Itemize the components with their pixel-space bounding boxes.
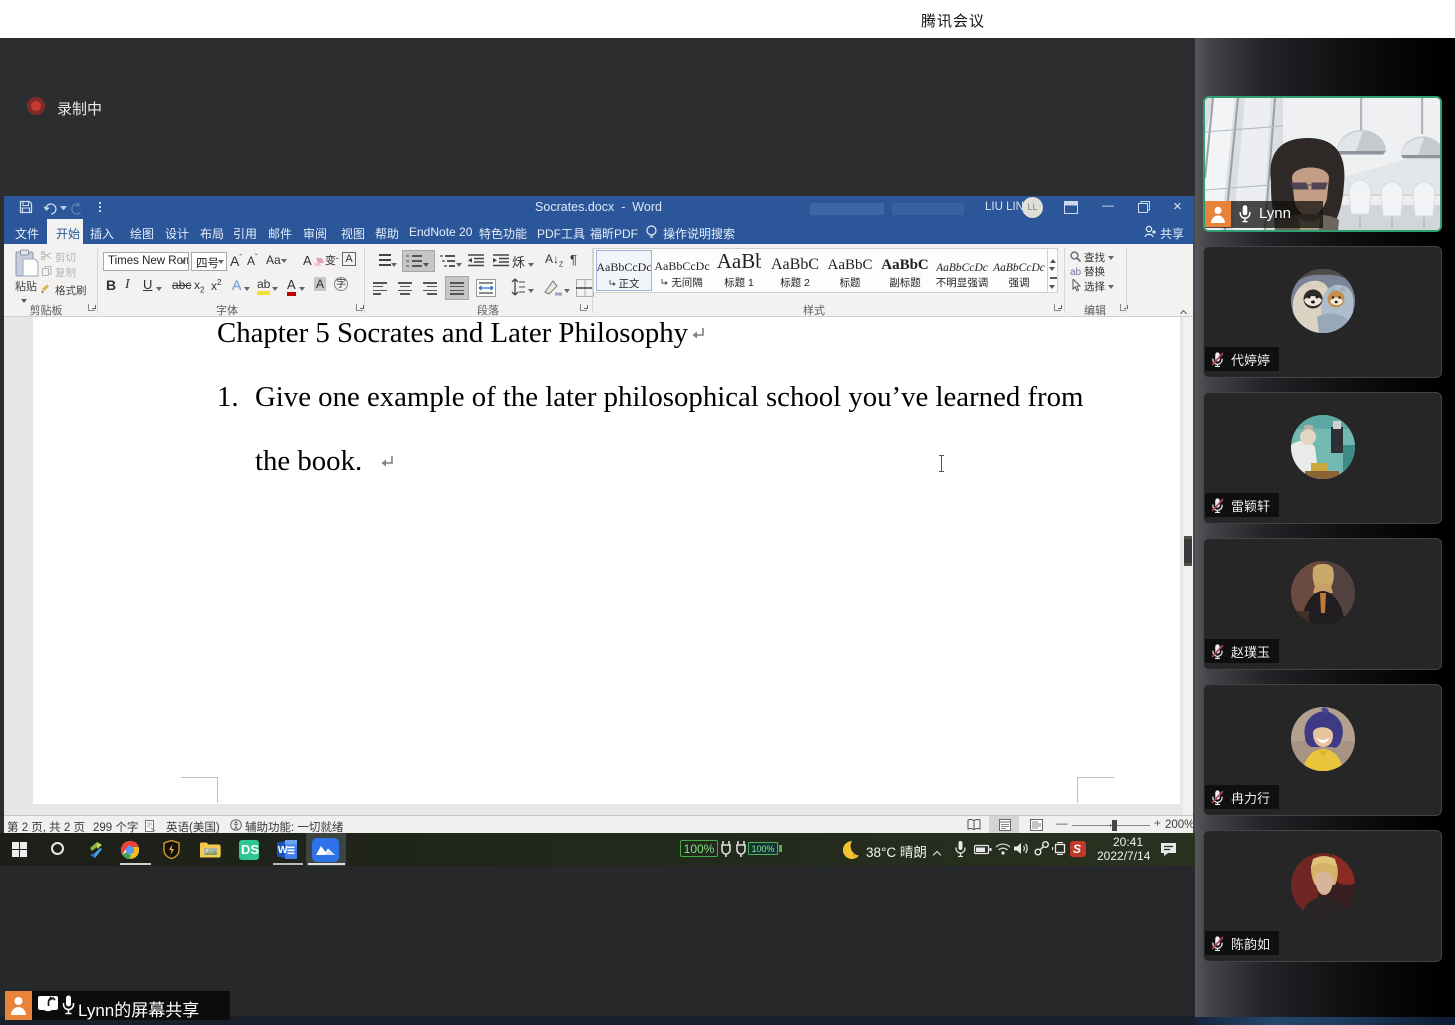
svg-text:W: W [278, 844, 288, 856]
